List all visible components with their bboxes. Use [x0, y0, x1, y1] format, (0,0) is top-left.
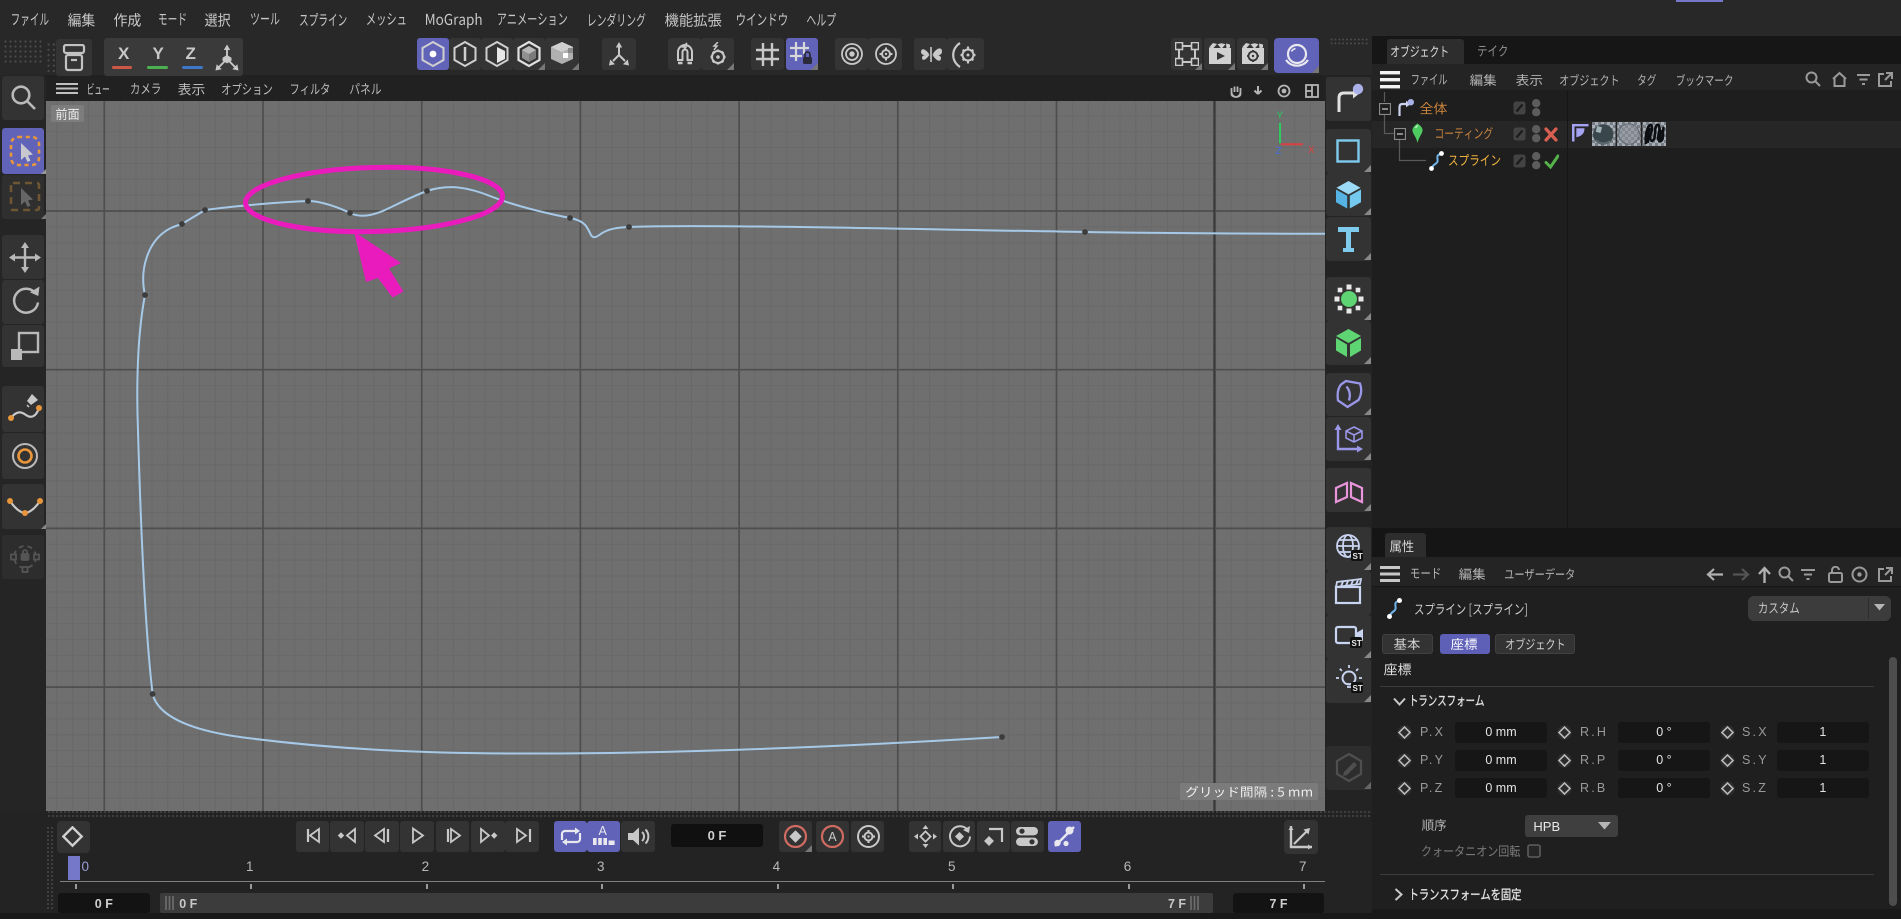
svg-text:X: X [1308, 145, 1315, 156]
svg-text:Y: Y [1277, 110, 1284, 121]
svg-text:ST: ST [1353, 684, 1363, 693]
svg-text:ST: ST [1353, 552, 1363, 561]
svg-text:A: A [828, 830, 837, 844]
svg-text:Z: Z [1276, 146, 1282, 157]
svg-text:ST: ST [1352, 639, 1362, 648]
svg-text:A: A [599, 824, 608, 838]
